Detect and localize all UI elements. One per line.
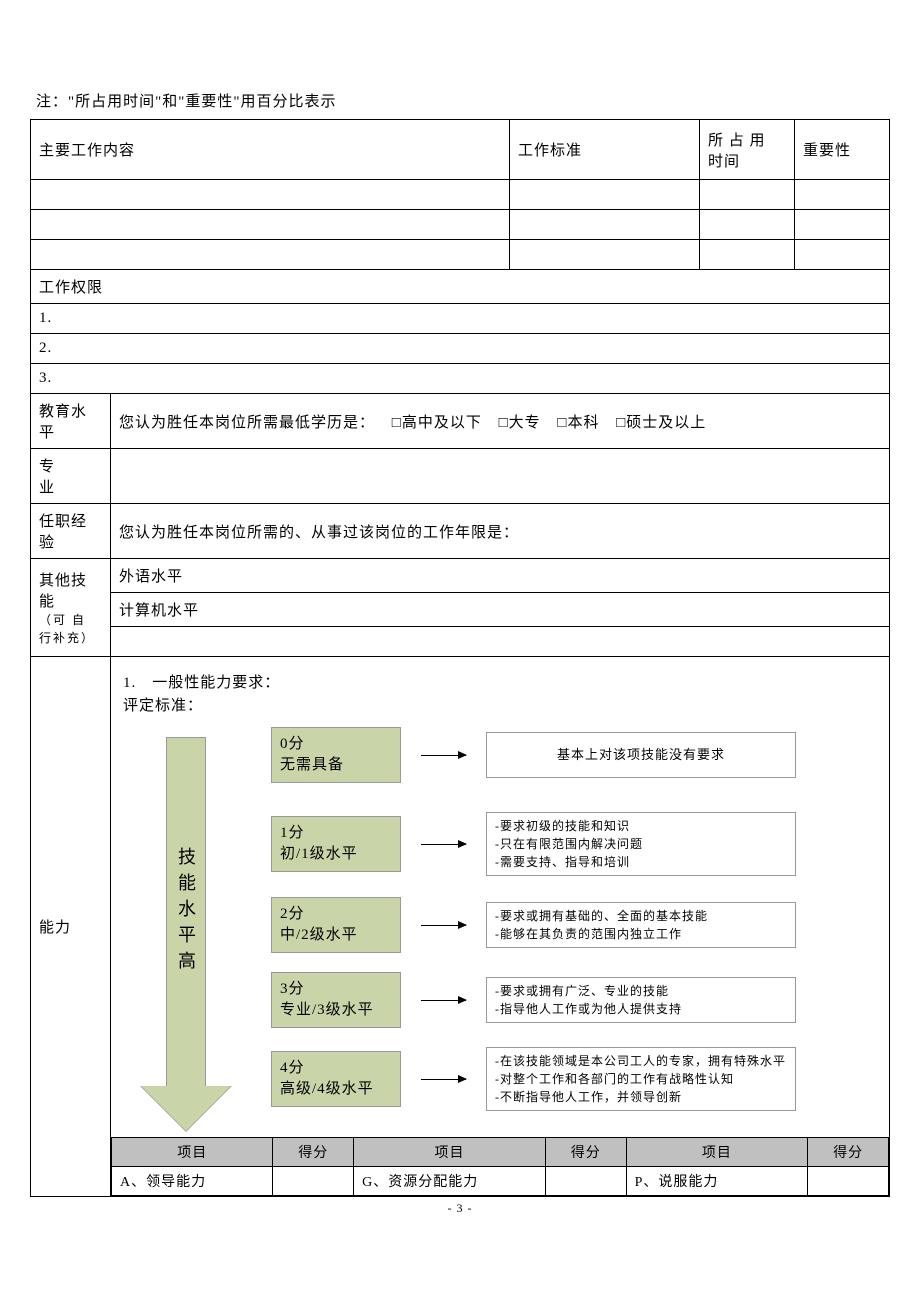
score-item-p: P、说服能力 — [626, 1167, 808, 1196]
authority-row-2[interactable]: 2. — [31, 334, 890, 364]
arrow-right-icon — [421, 1000, 466, 1001]
edu-opt-3[interactable]: □本科 — [557, 415, 599, 431]
score-g-value[interactable] — [545, 1167, 626, 1196]
edu-opt-1[interactable]: □高中及以下 — [392, 415, 482, 431]
skill-row-2[interactable]: 计算机水平 — [111, 593, 890, 627]
arrow-right-icon — [421, 1079, 466, 1080]
score-item-a: A、领导能力 — [112, 1167, 273, 1196]
score-header: 项目 — [112, 1138, 273, 1167]
level-box-4: 4分高级/4级水平 — [271, 1051, 401, 1107]
edu-cell[interactable]: 您认为胜任本岗位所需最低学历是： □高中及以下 □大专 □本科 □硕士及以上 — [111, 394, 890, 449]
level-desc-0: 基本上对该项技能没有要求 — [486, 732, 796, 778]
arrow-right-icon — [421, 755, 466, 756]
level-box-2: 2分中/2级水平 — [271, 897, 401, 953]
cell[interactable] — [31, 240, 510, 270]
edu-prompt: 您认为胜任本岗位所需最低学历是： — [119, 415, 375, 431]
level-desc-2: -要求或拥有基础的、全面的基本技能 -能够在其负责的范围内独立工作 — [486, 902, 796, 948]
ability-diagram: 1. 一般性能力要求： 评定标准： 技能水平高 0分无需具备 基本上对该项技能没… — [111, 657, 889, 1137]
cell[interactable] — [31, 180, 510, 210]
level-desc-1: -要求初级的技能和知识 -只在有限范围内解决问题 -需要支持、指导和培训 — [486, 812, 796, 876]
major-cell[interactable] — [111, 449, 890, 504]
edu-opt-2[interactable]: □大专 — [499, 415, 541, 431]
score-header: 得分 — [808, 1138, 889, 1167]
arrow-label: 技能水平高 — [173, 847, 199, 977]
header-time: 所 占 用 时间 — [700, 120, 795, 180]
note-text: 注："所占用时间"和"重要性"用百分比表示 — [36, 90, 890, 111]
level-box-3: 3分专业/3级水平 — [271, 972, 401, 1028]
label-experience: 任职经验 — [31, 504, 111, 559]
score-header: 项目 — [626, 1138, 808, 1167]
label-other-skills: 其他技能 （可 自 行补充） — [31, 559, 111, 657]
level-box-0: 0分无需具备 — [271, 727, 401, 783]
arrow-down-icon — [141, 1086, 231, 1131]
score-p-value[interactable] — [808, 1167, 889, 1196]
ability-section-title: 1. 一般性能力要求： — [123, 671, 879, 692]
level-row-3: 3分专业/3级水平 -要求或拥有广泛、专业的技能 -指导他人工作或为他人提供支持 — [271, 972, 796, 1028]
arrow-right-icon — [421, 844, 466, 845]
score-item-g: G、资源分配能力 — [354, 1167, 546, 1196]
authority-row-1[interactable]: 1. — [31, 304, 890, 334]
header-authority: 工作权限 — [31, 270, 890, 304]
authority-row-3[interactable]: 3. — [31, 364, 890, 394]
ability-criteria-label: 评定标准： — [123, 694, 879, 715]
score-table: 项目 得分 项目 得分 项目 得分 A、领导能力 G、资源分配能力 P、说服能力 — [111, 1137, 889, 1196]
label-major: 专 业 — [31, 449, 111, 504]
score-header: 得分 — [273, 1138, 354, 1167]
level-box-1: 1分初/1级水平 — [271, 816, 401, 872]
ability-diagram-cell: 1. 一般性能力要求： 评定标准： 技能水平高 0分无需具备 基本上对该项技能没… — [111, 657, 890, 1138]
arrow-right-icon — [421, 925, 466, 926]
score-table-cell: 项目 得分 项目 得分 项目 得分 A、领导能力 G、资源分配能力 P、说服能力 — [111, 1137, 890, 1197]
level-row-2: 2分中/2级水平 -要求或拥有基础的、全面的基本技能 -能够在其负责的范围内独立… — [271, 897, 796, 953]
score-header: 得分 — [545, 1138, 626, 1167]
level-row-0: 0分无需具备 基本上对该项技能没有要求 — [271, 727, 796, 783]
cell[interactable] — [31, 210, 510, 240]
main-table: 主要工作内容 工作标准 所 占 用 时间 重要性 工作权限 1. 2. 3. 教… — [30, 119, 890, 1197]
header-content: 主要工作内容 — [31, 120, 510, 180]
level-row-1: 1分初/1级水平 -要求初级的技能和知识 -只在有限范围内解决问题 -需要支持、… — [271, 812, 796, 876]
label-education: 教育水平 — [31, 394, 111, 449]
level-desc-4: -在该技能领域是本公司工人的专家，拥有特殊水平 -对整个工作和各部门的工作有战略… — [486, 1047, 796, 1111]
score-a-value[interactable] — [273, 1167, 354, 1196]
score-header: 项目 — [354, 1138, 546, 1167]
skill-row-3[interactable] — [111, 627, 890, 657]
level-desc-3: -要求或拥有广泛、专业的技能 -指导他人工作或为他人提供支持 — [486, 977, 796, 1023]
header-importance: 重要性 — [795, 120, 890, 180]
skill-row-1[interactable]: 外语水平 — [111, 559, 890, 593]
edu-opt-4[interactable]: □硕士及以上 — [616, 415, 706, 431]
page-number: - 3 - — [30, 1201, 890, 1216]
header-standard: 工作标准 — [510, 120, 700, 180]
label-ability: 能力 — [31, 657, 111, 1197]
exp-cell[interactable]: 您认为胜任本岗位所需的、从事过该岗位的工作年限是： — [111, 504, 890, 559]
skill-arrow: 技能水平高 — [151, 737, 221, 1127]
level-row-4: 4分高级/4级水平 -在该技能领域是本公司工人的专家，拥有特殊水平 -对整个工作… — [271, 1047, 796, 1111]
